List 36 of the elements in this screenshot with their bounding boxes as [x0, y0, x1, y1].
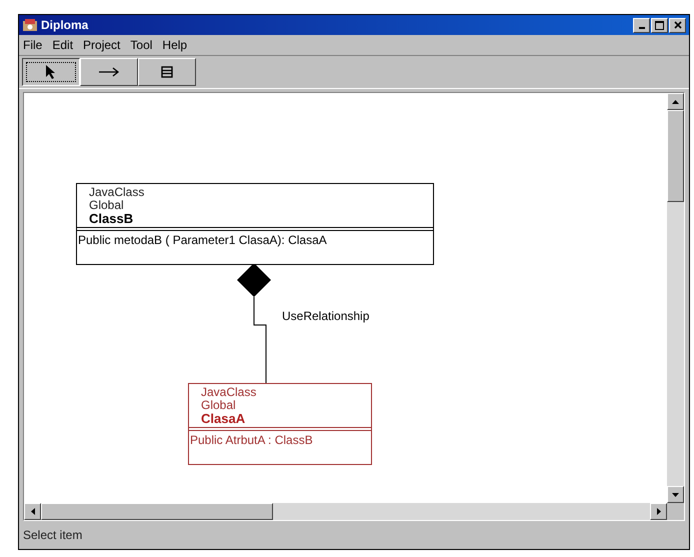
close-button[interactable]: [669, 18, 686, 32]
scroll-left-icon[interactable]: [30, 508, 34, 515]
window-title: Diploma: [41, 18, 88, 32]
class-scope: Global: [89, 199, 125, 212]
class-box[interactable]: JavaClass Global ClassB Public metodaB ( Parameter1 ClasaA): ClasaA: [76, 183, 434, 265]
class-member: Public metodaB ( Parameter1 ClasaA): ClasaA: [77, 232, 328, 249]
pointer-icon: [45, 64, 57, 80]
arrow-icon: [98, 67, 120, 77]
scroll-right-icon[interactable]: [656, 508, 660, 515]
menu-item[interactable]: Tool: [130, 38, 152, 52]
menu-item[interactable]: File: [23, 38, 42, 52]
vertical-scrollbar[interactable]: [667, 93, 684, 503]
scroll-thumb[interactable]: [667, 110, 684, 202]
tool-button[interactable]: [22, 58, 80, 86]
scroll-thumb[interactable]: [41, 503, 273, 520]
app-icon: [22, 18, 38, 32]
class-member: Public AtrbutA : ClassB: [189, 432, 314, 449]
class-stereotype: JavaClass: [89, 186, 146, 199]
class-stereotype: JavaClass: [201, 386, 258, 399]
close-icon: [674, 21, 682, 29]
menu-item[interactable]: Project: [83, 38, 120, 52]
minimize-button[interactable]: [633, 18, 650, 32]
horizontal-scrollbar[interactable]: [24, 503, 667, 520]
relationship-label: UseRelationship: [282, 309, 370, 323]
maximize-icon: [655, 20, 664, 30]
menu-item[interactable]: Help: [162, 38, 188, 52]
class-name: ClassB: [89, 212, 134, 225]
scroll-down-icon[interactable]: [672, 492, 679, 496]
class-icon: [161, 66, 173, 78]
status-text: Select item: [23, 528, 82, 542]
class-name: ClasaA: [201, 412, 246, 425]
class-box[interactable]: JavaClass Global ClasaA Public AtrbutA : ClassB: [188, 383, 372, 465]
class-scope: Global: [201, 399, 237, 412]
scroll-up-icon[interactable]: [672, 100, 679, 104]
maximize-button[interactable]: [651, 18, 668, 32]
menu-item[interactable]: Edit: [52, 38, 74, 52]
